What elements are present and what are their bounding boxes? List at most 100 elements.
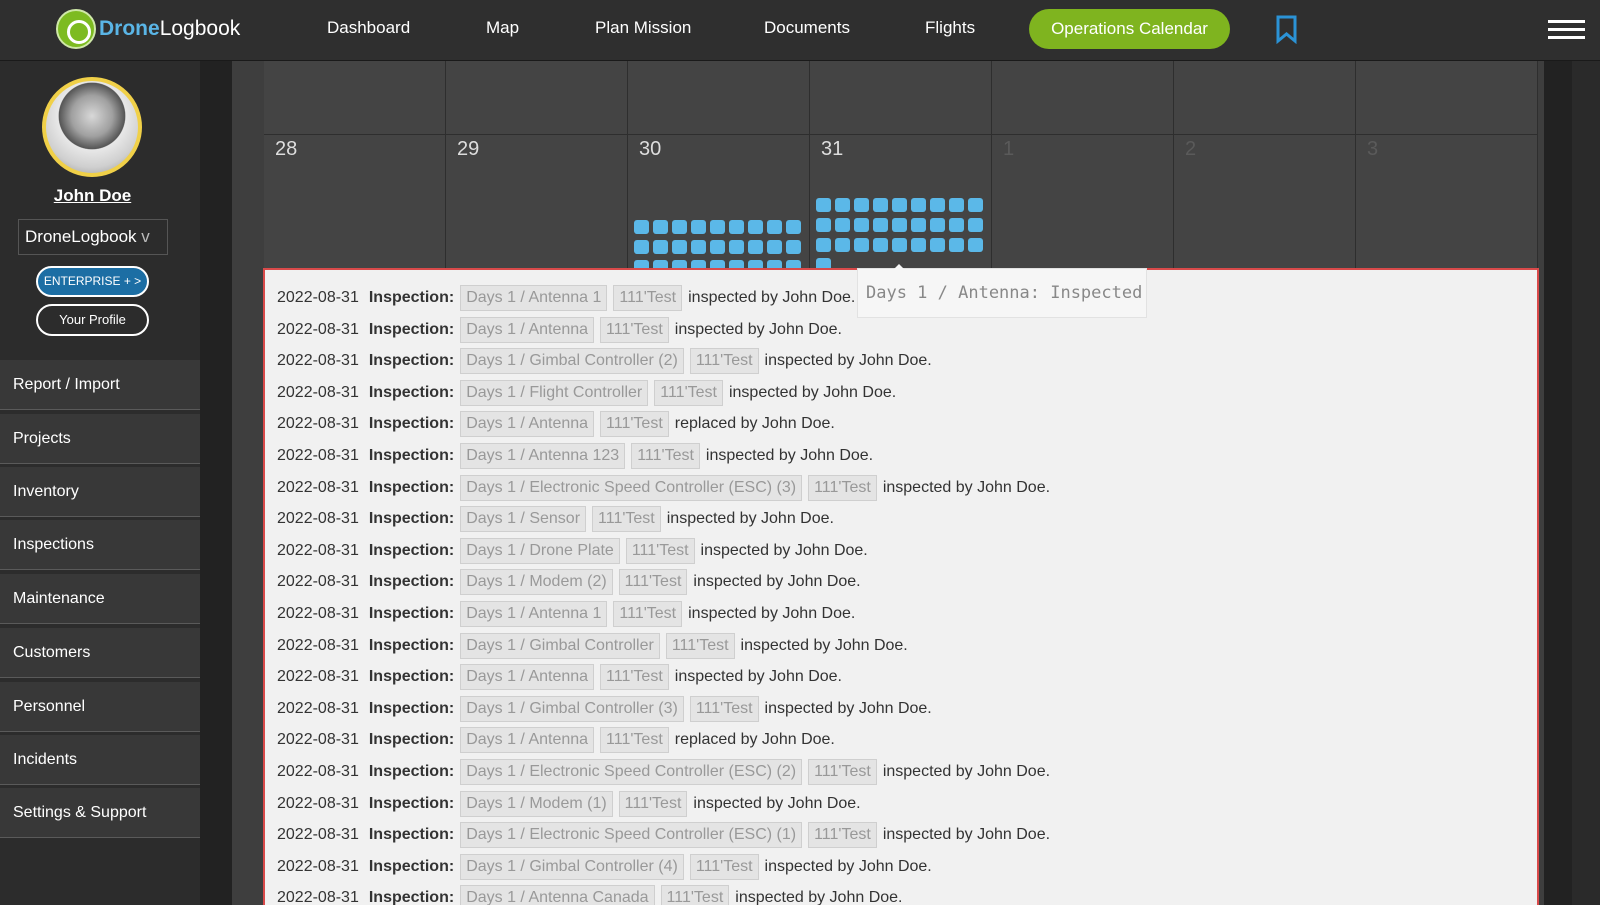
organization-select[interactable]: DroneLogbook v <box>18 219 168 255</box>
calendar-event-badge[interactable] <box>949 218 964 232</box>
app-logo[interactable]: DroneLogbook <box>56 9 240 49</box>
calendar-event-badge[interactable] <box>873 218 888 232</box>
inspection-group-tag[interactable]: 111'Test <box>689 348 759 375</box>
nav-flights[interactable]: Flights <box>925 18 975 38</box>
calendar-event-badge[interactable] <box>653 240 668 254</box>
calendar-event-badge[interactable] <box>930 198 945 212</box>
nav-dashboard[interactable]: Dashboard <box>327 18 410 38</box>
nav-map[interactable]: Map <box>486 18 519 38</box>
calendar-event-badge[interactable] <box>786 220 801 234</box>
calendar-day-cell[interactable] <box>628 61 810 135</box>
scrollbar[interactable] <box>1572 61 1600 905</box>
calendar-event-badge[interactable] <box>835 218 850 232</box>
calendar-event-badge[interactable] <box>968 218 983 232</box>
inspection-item-tag[interactable]: Days 1 / Gimbal Controller (4) <box>460 853 684 880</box>
hamburger-menu-icon[interactable] <box>1548 20 1585 40</box>
calendar-event-badge[interactable] <box>911 218 926 232</box>
inspection-group-tag[interactable]: 111'Test <box>654 379 723 406</box>
calendar-event-badge[interactable] <box>835 198 850 212</box>
inspection-group-tag[interactable]: 111'Test <box>613 601 683 627</box>
calendar-event-badge[interactable] <box>816 218 831 232</box>
calendar-event-badge[interactable] <box>672 240 687 254</box>
operations-calendar-button[interactable]: Operations Calendar <box>1029 9 1230 49</box>
nav-documents[interactable]: Documents <box>764 18 850 38</box>
inspection-group-tag[interactable]: 111'Test <box>625 537 695 564</box>
inspection-group-tag[interactable]: 111'Test <box>618 790 688 817</box>
calendar-event-badge[interactable] <box>892 218 907 232</box>
inspection-item-tag[interactable]: Days 1 / Antenna Canada <box>460 885 655 905</box>
inspection-group-tag[interactable]: 111'Test <box>689 695 759 722</box>
calendar-day-30[interactable]: 30 <box>628 135 810 275</box>
calendar-event-badge[interactable] <box>729 240 744 254</box>
calendar-event-badge[interactable] <box>691 220 706 234</box>
calendar-event-badge[interactable] <box>968 238 983 252</box>
sidebar-item-inventory[interactable]: Inventory <box>0 467 200 517</box>
sidebar-item-projects[interactable]: Projects <box>0 414 200 464</box>
inspection-group-tag[interactable]: 111'Test <box>660 885 730 905</box>
calendar-event-badge[interactable] <box>854 218 869 232</box>
calendar-event-badge[interactable] <box>873 238 888 252</box>
sidebar-item-personnel[interactable]: Personnel <box>0 682 200 732</box>
calendar-day-cell[interactable] <box>1356 61 1538 135</box>
calendar-day-1[interactable]: 1 <box>992 135 1174 275</box>
enterprise-plan-button[interactable]: ENTERPRISE + > <box>36 266 149 297</box>
calendar-event-badge[interactable] <box>816 238 831 252</box>
inspection-group-tag[interactable]: 111'Test <box>618 569 688 596</box>
inspection-group-tag[interactable]: 111'Test <box>600 727 669 754</box>
inspection-group-tag[interactable]: 111'Test <box>808 759 877 785</box>
inspection-item-tag[interactable]: Days 1 / Electronic Speed Controller (ES… <box>460 822 803 849</box>
calendar-event-badge[interactable] <box>835 238 850 252</box>
sidebar-item-customers[interactable]: Customers <box>0 628 200 678</box>
calendar-event-badge[interactable] <box>786 240 801 254</box>
calendar-event-badge[interactable] <box>691 240 706 254</box>
calendar-event-badge[interactable] <box>930 238 945 252</box>
inspection-group-tag[interactable]: 111'Test <box>600 664 669 691</box>
calendar-event-badge[interactable] <box>710 220 725 234</box>
calendar-event-badge[interactable] <box>634 240 649 254</box>
calendar-event-badge[interactable] <box>816 198 831 212</box>
sidebar-item-report-import[interactable]: Report / Import <box>0 360 200 410</box>
sidebar-item-settings-support[interactable]: Settings & Support <box>0 788 200 838</box>
inspection-group-tag[interactable]: 111'Test <box>592 506 661 533</box>
inspection-group-tag[interactable]: 111'Test <box>600 316 669 343</box>
calendar-event-badge[interactable] <box>634 220 649 234</box>
inspection-item-tag[interactable]: Days 1 / Antenna <box>460 316 595 343</box>
calendar-day-28[interactable]: 28 <box>264 135 446 275</box>
calendar-day-cell[interactable] <box>810 61 992 135</box>
calendar-day-3[interactable]: 3 <box>1356 135 1538 275</box>
inspection-group-tag[interactable]: 111'Test <box>665 632 735 659</box>
inspection-item-tag[interactable]: Days 1 / Electronic Speed Controller (ES… <box>460 759 803 785</box>
inspection-item-tag[interactable]: Days 1 / Antenna 1 <box>460 285 608 311</box>
inspection-item-tag[interactable]: Days 1 / Gimbal Controller (3) <box>460 695 684 722</box>
calendar-day-2[interactable]: 2 <box>1174 135 1356 275</box>
calendar-event-badge[interactable] <box>653 220 668 234</box>
sidebar-item-inspections[interactable]: Inspections <box>0 520 200 570</box>
your-profile-button[interactable]: Your Profile <box>36 304 149 336</box>
bookmark-icon[interactable] <box>1275 14 1298 44</box>
calendar-day-cell[interactable] <box>992 61 1174 135</box>
inspection-group-tag[interactable]: 111'Test <box>613 285 683 311</box>
calendar-day-cell[interactable] <box>446 61 628 135</box>
calendar-day-29[interactable]: 29 <box>446 135 628 275</box>
calendar-event-badge[interactable] <box>911 198 926 212</box>
inspection-item-tag[interactable]: Days 1 / Antenna <box>460 411 595 438</box>
inspection-item-tag[interactable]: Days 1 / Modem (1) <box>460 790 613 817</box>
calendar-event-badge[interactable] <box>968 198 983 212</box>
inspection-group-tag[interactable]: 111'Test <box>631 443 700 469</box>
calendar-day-cell[interactable] <box>1174 61 1356 135</box>
calendar-event-badge[interactable] <box>873 198 888 212</box>
inspection-item-tag[interactable]: Days 1 / Antenna 123 <box>460 443 626 469</box>
inspection-item-tag[interactable]: Days 1 / Antenna <box>460 664 595 691</box>
inspection-item-tag[interactable]: Days 1 / Antenna <box>460 727 595 754</box>
calendar-event-badge[interactable] <box>767 220 782 234</box>
inspection-item-tag[interactable]: Days 1 / Gimbal Controller (2) <box>460 348 684 375</box>
inspection-item-tag[interactable]: Days 1 / Antenna 1 <box>460 601 608 627</box>
inspection-item-tag[interactable]: Days 1 / Drone Plate <box>460 537 620 564</box>
sidebar-item-maintenance[interactable]: Maintenance <box>0 574 200 624</box>
calendar-event-badge[interactable] <box>949 198 964 212</box>
inspection-item-tag[interactable]: Days 1 / Modem (2) <box>460 569 613 596</box>
calendar-event-badge[interactable] <box>748 240 763 254</box>
inspection-item-tag[interactable]: Days 1 / Electronic Speed Controller (ES… <box>460 474 803 501</box>
calendar-event-badge[interactable] <box>892 198 907 212</box>
calendar-event-badge[interactable] <box>930 218 945 232</box>
